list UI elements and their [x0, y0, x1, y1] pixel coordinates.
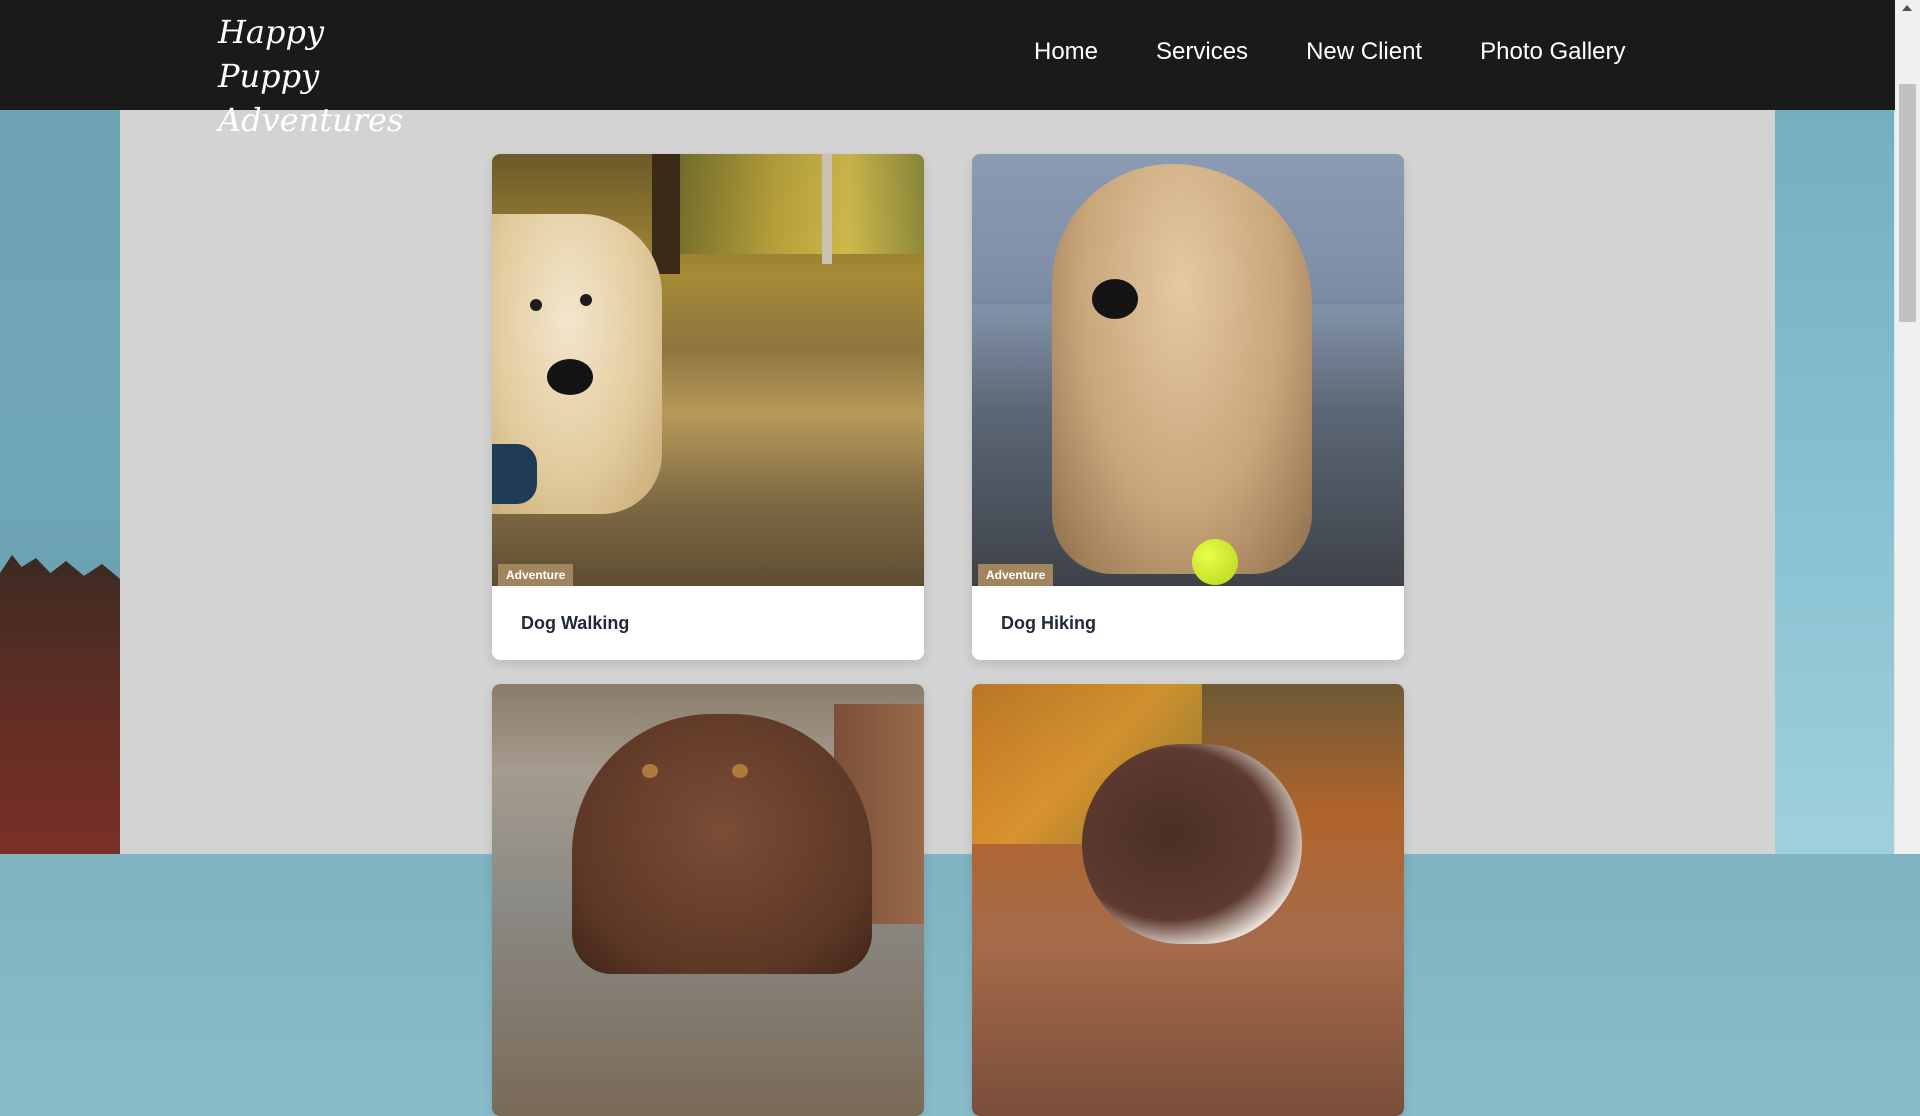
- photo-dog-eye: [732, 764, 748, 778]
- photo-dog: [1082, 744, 1302, 944]
- background-right-scenery: [1775, 0, 1895, 854]
- logo-line-1: Happy Puppy: [218, 13, 325, 95]
- site-header: Happy Puppy Adventures Home Services New…: [0, 0, 1895, 139]
- photo-foliage: [672, 154, 924, 254]
- site-logo[interactable]: Happy Puppy Adventures: [218, 10, 418, 142]
- photo-dog-eye: [642, 764, 658, 778]
- nav-photo-gallery[interactable]: Photo Gallery: [1480, 38, 1625, 66]
- scrollbar-thumb[interactable]: [1899, 84, 1916, 322]
- trail-dog-photo: [972, 684, 1404, 1116]
- category-badge: Adventure: [978, 564, 1054, 586]
- background-trees: [0, 555, 120, 854]
- card-gallery-3[interactable]: [492, 684, 924, 1116]
- card-dog-walking[interactable]: Adventure Dog Walking: [492, 154, 924, 660]
- photo-dog-nose: [1092, 279, 1138, 319]
- photo-dog-eye: [530, 299, 542, 311]
- background-left-scenery: [0, 0, 120, 854]
- category-badge: Adventure: [498, 564, 574, 586]
- card-title[interactable]: Dog Hiking: [972, 586, 1404, 660]
- nav-home[interactable]: Home: [1034, 38, 1098, 66]
- photo-dog-harness: [492, 444, 537, 504]
- nav-new-client[interactable]: New Client: [1306, 38, 1422, 66]
- card-dog-hiking[interactable]: Adventure Dog Hiking: [972, 154, 1404, 660]
- dog-walking-photo: Adventure: [492, 154, 924, 586]
- page-scrollbar[interactable]: [1894, 0, 1920, 854]
- photo-dog: [572, 714, 872, 974]
- main-nav: Home Services New Client Photo Gallery: [1034, 38, 1626, 66]
- photo-tree-trunk: [822, 154, 832, 264]
- photo-dog-nose: [547, 359, 593, 395]
- scroll-up-arrow-icon[interactable]: [1902, 5, 1912, 11]
- card-title[interactable]: Dog Walking: [492, 586, 924, 660]
- chocolate-lab-photo: [492, 684, 924, 1116]
- logo-line-2: Adventures: [218, 101, 404, 139]
- photo-dog: [1052, 164, 1312, 574]
- photo-tennis-ball: [1192, 539, 1238, 585]
- card-gallery-4[interactable]: [972, 684, 1404, 1116]
- nav-services[interactable]: Services: [1156, 38, 1248, 66]
- dog-hiking-photo: Adventure: [972, 154, 1404, 586]
- photo-dog-eye: [580, 294, 592, 306]
- photo-tree-trunk: [652, 154, 680, 274]
- gallery-panel: Adventure Dog Walking Adventure Dog Hiki…: [120, 110, 1775, 1116]
